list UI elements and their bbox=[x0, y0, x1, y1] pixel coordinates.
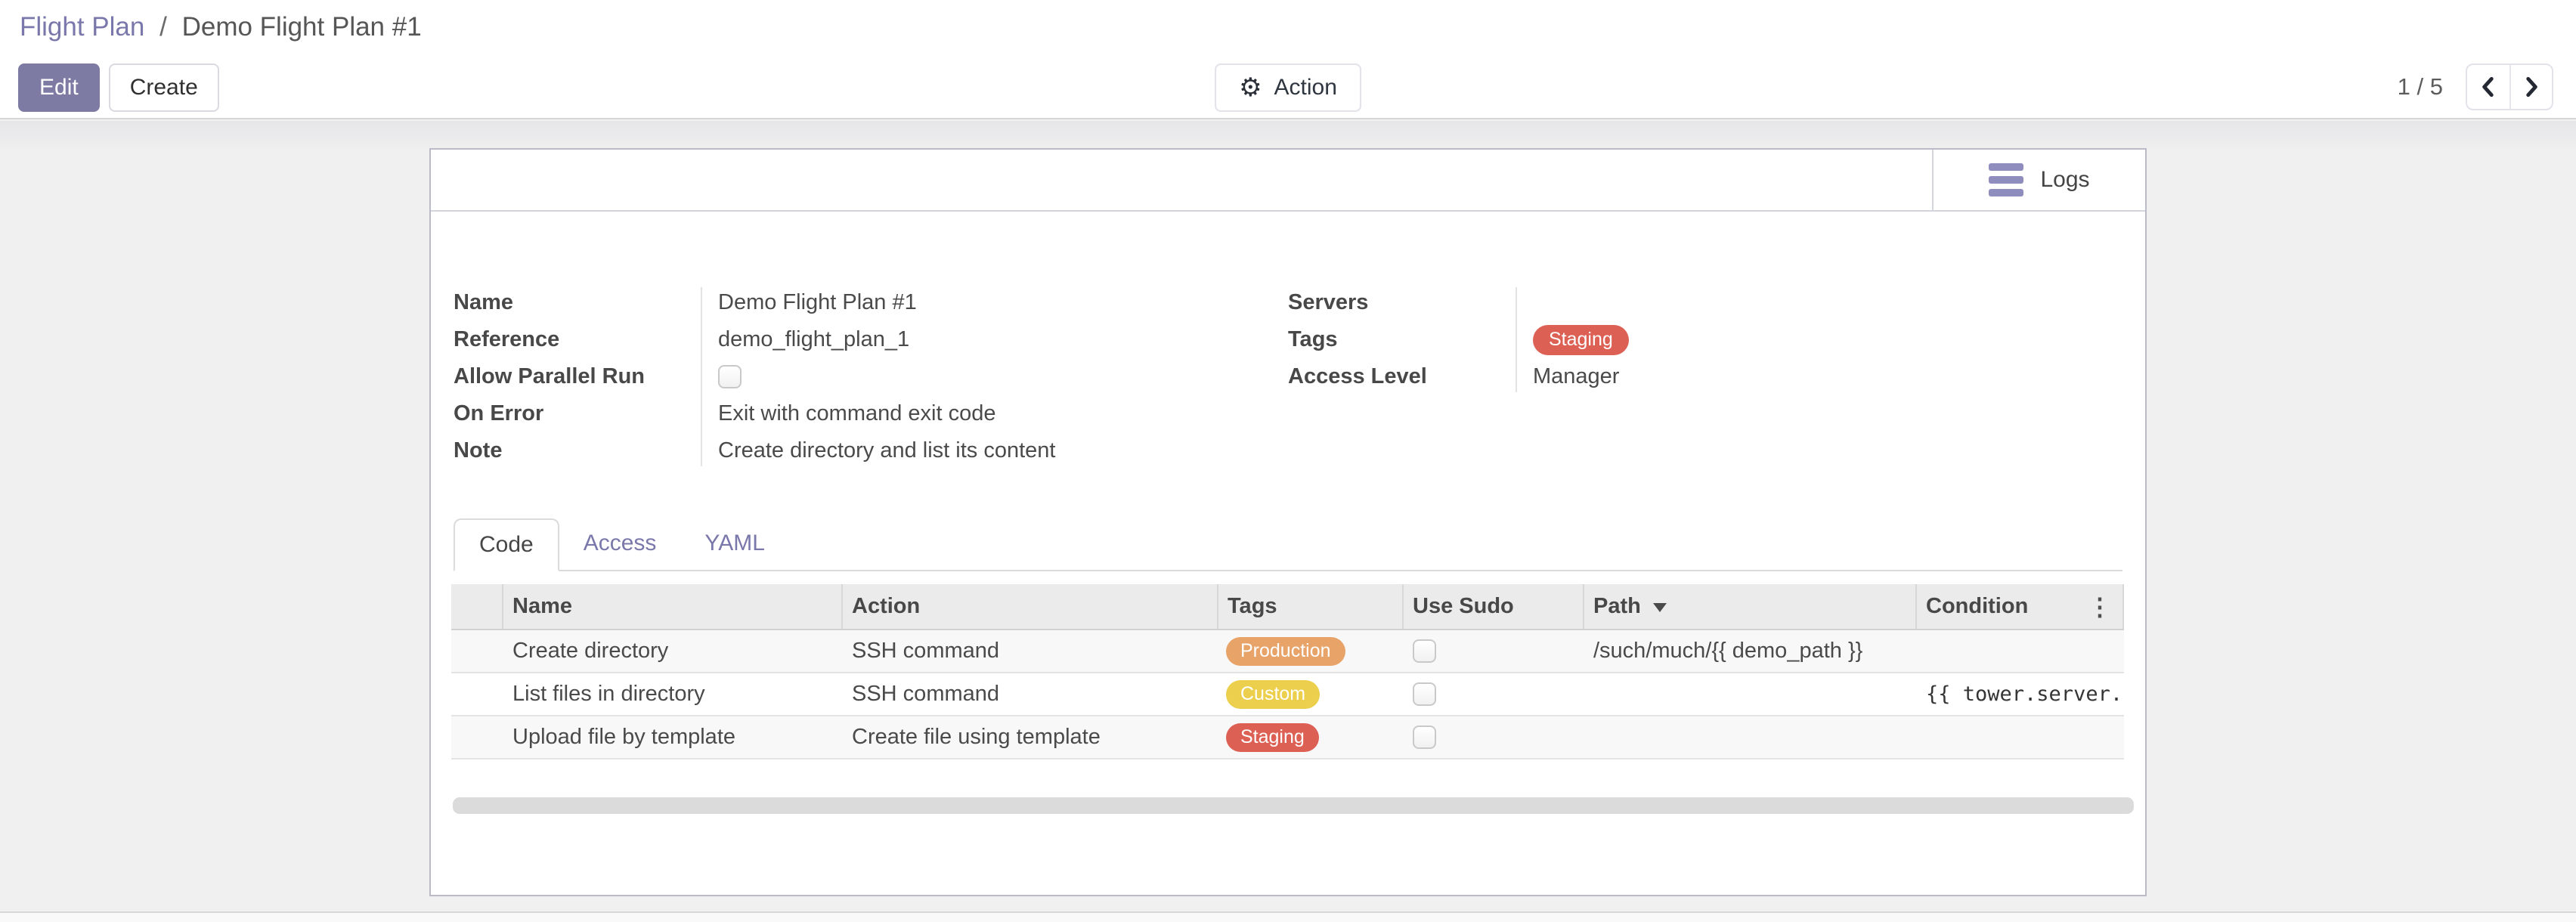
use-sudo-checkbox[interactable] bbox=[1413, 639, 1436, 663]
field-value: demo_flight_plan_1 bbox=[701, 327, 909, 352]
action-button[interactable]: ⚙ Action bbox=[1215, 63, 1361, 112]
chevron-right-icon bbox=[2522, 76, 2541, 98]
control-panel: Flight Plan / Demo Flight Plan #1 Edit C… bbox=[0, 0, 2576, 119]
row-handle-cell bbox=[451, 630, 503, 672]
field-label: Reference bbox=[454, 327, 701, 352]
pager-next-button[interactable] bbox=[2509, 65, 2552, 109]
field-value: Manager bbox=[1516, 364, 1619, 389]
cell-action: SSH command bbox=[843, 673, 1218, 715]
column-header-use-sudo[interactable]: Use Sudo bbox=[1404, 584, 1584, 629]
handle-column-header bbox=[451, 584, 503, 629]
commands-table: Name Action Tags Use Sudo Path Condition… bbox=[451, 584, 2124, 760]
control-panel-buttons: Edit Create bbox=[18, 63, 219, 112]
column-header-path[interactable]: Path bbox=[1584, 584, 1917, 629]
pager-value: 1 / 5 bbox=[2398, 73, 2443, 101]
breadcrumb-separator: / bbox=[159, 12, 167, 42]
table-row[interactable]: List files in directory SSH command Cust… bbox=[451, 673, 2124, 716]
table-header: Name Action Tags Use Sudo Path Condition… bbox=[451, 584, 2124, 630]
field-reference: Reference demo_flight_plan_1 bbox=[454, 321, 1247, 358]
field-value: Demo Flight Plan #1 bbox=[701, 290, 917, 315]
optional-columns-kebab-icon[interactable]: ⋮ bbox=[2088, 595, 2112, 619]
allow-parallel-run-checkbox[interactable] bbox=[718, 365, 742, 388]
row-handle-cell bbox=[451, 716, 503, 758]
logs-button[interactable]: Logs bbox=[1932, 150, 2145, 210]
tag-badge: Production bbox=[1226, 637, 1345, 666]
tag-badge: Staging bbox=[1533, 325, 1629, 355]
cell-name: Create directory bbox=[503, 630, 843, 672]
notebook-tabbar: Code Access YAML bbox=[454, 517, 2122, 571]
tag-badge: Custom bbox=[1226, 680, 1320, 709]
tab-code[interactable]: Code bbox=[454, 518, 559, 571]
cell-path bbox=[1584, 716, 1917, 758]
field-note: Note Create directory and list its conte… bbox=[454, 432, 1247, 469]
field-label: Tags bbox=[1288, 327, 1516, 352]
tab-yaml[interactable]: YAML bbox=[680, 517, 788, 570]
cell-action: SSH command bbox=[843, 630, 1218, 672]
column-header-tags[interactable]: Tags bbox=[1218, 584, 1404, 629]
action-button-label: Action bbox=[1274, 75, 1337, 101]
row-handle-cell bbox=[451, 673, 503, 715]
field-label: Allow Parallel Run bbox=[454, 364, 701, 389]
table-row[interactable]: Create directory SSH command Production … bbox=[451, 630, 2124, 673]
edit-button[interactable]: Edit bbox=[18, 63, 100, 112]
use-sudo-checkbox[interactable] bbox=[1413, 682, 1436, 706]
field-label: Name bbox=[454, 290, 701, 315]
chevron-left-icon bbox=[2478, 76, 2498, 98]
field-label: Servers bbox=[1288, 290, 1516, 315]
action-menu-area: ⚙ Action bbox=[1215, 63, 1361, 112]
field-label: On Error bbox=[454, 401, 701, 426]
tab-access[interactable]: Access bbox=[559, 517, 681, 570]
field-name: Name Demo Flight Plan #1 bbox=[454, 284, 1247, 321]
sort-caret-down-icon bbox=[1653, 603, 1667, 619]
breadcrumb-parent-link[interactable]: Flight Plan bbox=[20, 12, 144, 42]
field-allow-parallel-run: Allow Parallel Run bbox=[454, 358, 1247, 395]
horizontal-scrollbar-thumb[interactable] bbox=[453, 797, 2134, 814]
form-group-left: Name Demo Flight Plan #1 Reference demo_… bbox=[454, 284, 1247, 469]
cell-condition: {{ tower.server.st bbox=[1926, 682, 2124, 706]
breadcrumb: Flight Plan / Demo Flight Plan #1 bbox=[20, 12, 422, 42]
list-icon bbox=[1989, 163, 2023, 196]
field-value: Exit with command exit code bbox=[701, 401, 995, 426]
form-sheet: Logs Name Demo Flight Plan #1 Reference … bbox=[429, 148, 2147, 896]
field-tags: Tags Staging bbox=[1288, 321, 1968, 358]
flight-plan-form-view: Flight Plan / Demo Flight Plan #1 Edit C… bbox=[0, 0, 2576, 922]
column-header-name[interactable]: Name bbox=[503, 584, 843, 629]
pager-previous-button[interactable] bbox=[2467, 65, 2509, 109]
pager-buttons bbox=[2466, 63, 2553, 110]
cell-path: /such/much/{{ demo_path }} bbox=[1584, 630, 1917, 672]
breadcrumb-current: Demo Flight Plan #1 bbox=[182, 12, 422, 42]
pager: 1 / 5 bbox=[2398, 63, 2553, 110]
use-sudo-checkbox[interactable] bbox=[1413, 726, 1436, 749]
logs-button-label: Logs bbox=[2040, 167, 2089, 193]
create-button[interactable]: Create bbox=[109, 63, 219, 112]
field-label: Note bbox=[454, 438, 701, 463]
table-row[interactable]: Upload file by template Create file usin… bbox=[451, 716, 2124, 760]
field-access-level: Access Level Manager bbox=[1288, 358, 1968, 395]
field-value: Create directory and list its content bbox=[701, 438, 1055, 463]
column-header-action[interactable]: Action bbox=[843, 584, 1218, 629]
field-on-error: On Error Exit with command exit code bbox=[454, 395, 1247, 432]
tag-badge: Staging bbox=[1226, 723, 1319, 752]
cell-path bbox=[1584, 673, 1917, 715]
field-label: Access Level bbox=[1288, 364, 1516, 389]
bottom-strip bbox=[0, 913, 2576, 922]
gear-icon: ⚙ bbox=[1239, 75, 1262, 101]
cell-name: Upload file by template bbox=[503, 716, 843, 758]
field-servers: Servers bbox=[1288, 284, 1968, 321]
form-group-right: Servers Tags Staging Access Level Manage… bbox=[1288, 284, 1968, 395]
sheet-header: Logs bbox=[431, 150, 2145, 212]
column-header-condition[interactable]: Condition ⋮ bbox=[1917, 584, 2124, 629]
cell-action: Create file using template bbox=[843, 716, 1218, 758]
cell-name: List files in directory bbox=[503, 673, 843, 715]
